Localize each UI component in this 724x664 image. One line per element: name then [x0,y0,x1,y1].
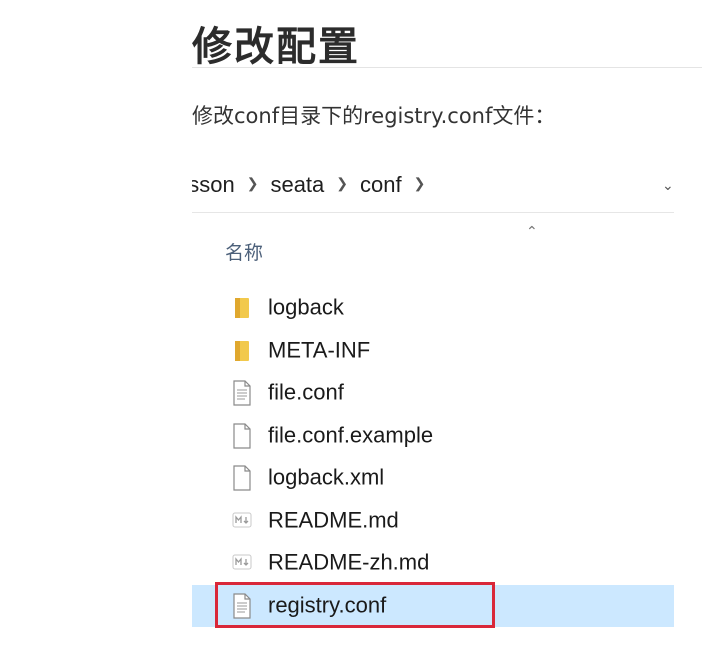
file-name: logback [268,294,344,320]
file-row-file-conf-example[interactable]: file.conf.example [192,415,674,458]
blank-file-icon [232,465,252,491]
chevron-right-icon[interactable]: ❯ [336,175,348,192]
file-name: logback.xml [268,464,385,490]
breadcrumb: esson ❯ seata ❯ conf ❯ [192,170,437,200]
column-header-name[interactable]: 名称 [225,238,263,265]
heading-divider [192,67,702,68]
toolbar-divider [192,212,674,213]
file-row-logback-xml[interactable]: logback.xml [192,457,674,500]
blank-file-icon [232,423,252,449]
text-file-icon [232,380,252,406]
file-row-file-conf[interactable]: file.conf [192,372,674,415]
sort-ascending-icon[interactable]: ⌃ [526,224,538,240]
chevron-right-icon[interactable]: ❯ [414,175,426,192]
file-name: META-INF [268,337,371,363]
instruction-text: 修改conf目录下的registry.conf文件： [192,104,556,128]
file-name: README.md [268,507,399,533]
markdown-file-icon [232,550,252,576]
section-heading: 修改配置 [192,24,360,70]
highlight-annotation-box [215,582,495,628]
file-explorer-screenshot: esson ❯ seata ❯ conf ❯ ⌄ ⌃ 名称 logback ME… [192,160,674,630]
file-name: file.conf [268,379,344,405]
file-row-logback[interactable]: logback [192,287,674,330]
file-row-meta-inf[interactable]: META-INF [192,330,674,373]
file-name: file.conf.example [268,422,434,448]
markdown-file-icon [232,508,252,534]
file-row-readme-md[interactable]: README.md [192,500,674,543]
file-row-readme-zh-md[interactable]: README-zh.md [192,542,674,585]
breadcrumb-item[interactable]: esson [192,172,235,198]
file-name: README-zh.md [268,549,430,575]
breadcrumb-item[interactable]: seata [270,172,324,198]
chevron-right-icon[interactable]: ❯ [247,175,259,192]
file-list: logback META-INF file.conf file.conf.exa… [192,287,674,627]
chevron-down-icon[interactable]: ⌄ [662,178,674,194]
folder-icon [232,295,252,321]
breadcrumb-item[interactable]: conf [360,172,402,198]
folder-icon [232,338,252,364]
